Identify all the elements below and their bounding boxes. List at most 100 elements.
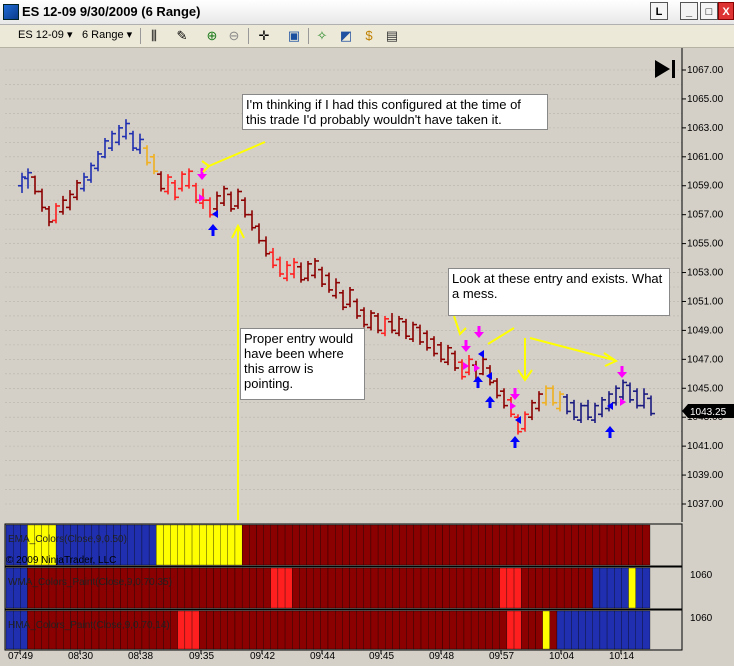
- color-cell: [621, 567, 629, 609]
- instrument-label: ES 12-09: [18, 29, 64, 41]
- zoom-in-icon[interactable]: ⊕: [204, 28, 220, 44]
- instrument-selector[interactable]: ES 12-09 ▾: [18, 28, 72, 41]
- color-cell: [449, 610, 457, 650]
- color-cell: [227, 610, 236, 650]
- color-cell: [578, 524, 586, 566]
- color-cell: [34, 567, 42, 609]
- color-cell: [292, 567, 300, 609]
- color-cell: [521, 610, 529, 650]
- color-cell: [284, 567, 293, 609]
- maximize-button[interactable]: □: [700, 2, 718, 20]
- color-cell: [628, 567, 636, 609]
- price-label: 1057.00: [687, 210, 724, 221]
- color-cell: [148, 524, 157, 566]
- color-cell: [499, 567, 508, 609]
- color-cell: [134, 567, 143, 609]
- color-cell: [449, 567, 457, 609]
- color-cell: [470, 567, 479, 609]
- color-cell: [499, 524, 508, 566]
- chart-area[interactable]: 1067.00 1065.00 1063.00 1061.00 1059.00 1057.…: [0, 48, 734, 662]
- bar-style-icon[interactable]: ⫼: [146, 28, 162, 44]
- restore-small-button[interactable]: L: [650, 2, 668, 20]
- color-cell: [263, 524, 271, 566]
- window-title: ES 12-09 9/30/2009 (6 Range): [22, 4, 201, 19]
- color-cell: [270, 524, 279, 566]
- color-cell: [156, 524, 164, 566]
- properties-icon[interactable]: ▣: [286, 28, 302, 44]
- ema-panel-label: EMA_Colors(Close,9,0.50): [8, 534, 127, 545]
- color-cell: [184, 610, 193, 650]
- time-label: 08:38: [128, 651, 153, 661]
- color-cell: [606, 610, 615, 650]
- annotation-note-2: Look at these entry and exists. What a m…: [448, 268, 670, 316]
- color-cell: [170, 524, 178, 566]
- color-cell: [478, 567, 486, 609]
- color-cell: [385, 524, 393, 566]
- price-label: 1059.00: [687, 181, 724, 192]
- color-cell: [428, 567, 436, 609]
- color-cell: [435, 610, 443, 650]
- color-cell: [506, 610, 515, 650]
- color-cell: [492, 567, 500, 609]
- color-cell: [442, 610, 450, 650]
- color-cell: [299, 524, 307, 566]
- color-cell: [170, 610, 178, 650]
- color-cell: [370, 567, 379, 609]
- color-cell: [542, 524, 550, 566]
- color-cell: [578, 567, 586, 609]
- price-label: 1047.00: [687, 354, 724, 365]
- color-cell: [70, 567, 78, 609]
- period-selector[interactable]: 6 Range ▾: [82, 28, 132, 41]
- color-cell: [77, 567, 85, 609]
- color-cell: [277, 610, 286, 650]
- price-label: 1061.00: [687, 152, 724, 163]
- color-cell: [621, 524, 629, 566]
- color-cell: [356, 567, 364, 609]
- color-cell: [549, 610, 558, 650]
- color-cell: [213, 610, 221, 650]
- price-label: 1063.00: [687, 123, 724, 134]
- indicators-icon[interactable]: ◩: [338, 28, 354, 44]
- money-icon[interactable]: $: [361, 28, 377, 44]
- color-cell: [227, 524, 236, 566]
- crosshair-icon[interactable]: ✛: [256, 28, 272, 44]
- color-cell: [48, 567, 57, 609]
- color-cell: [435, 524, 443, 566]
- color-cell: [306, 567, 314, 609]
- color-cell: [363, 524, 372, 566]
- color-cell: [227, 567, 236, 609]
- draw-tool-icon[interactable]: ✎: [174, 28, 190, 44]
- color-cell: [63, 567, 71, 609]
- time-label: 10:14: [609, 651, 634, 661]
- color-cell: [84, 567, 93, 609]
- price-label: 1037.00: [687, 499, 724, 510]
- color-cell: [485, 567, 493, 609]
- zoom-out-icon[interactable]: ⊖: [226, 28, 242, 44]
- color-cell: [320, 524, 329, 566]
- minimize-button[interactable]: _: [680, 2, 698, 20]
- color-cell: [327, 610, 336, 650]
- color-cell: [13, 567, 21, 609]
- color-cell: [313, 567, 321, 609]
- color-cell: [377, 524, 386, 566]
- color-cell: [320, 567, 329, 609]
- close-button[interactable]: X: [718, 2, 734, 20]
- title-bar: ES 12-09 9/30/2009 (6 Range) L _ □ X: [0, 0, 734, 25]
- color-cell: [106, 567, 114, 609]
- color-cell: [249, 524, 257, 566]
- color-cell: [556, 524, 565, 566]
- color-cell: [299, 567, 307, 609]
- color-cell: [606, 524, 615, 566]
- color-cell: [220, 524, 228, 566]
- color-cell: [299, 610, 307, 650]
- color-cell: [513, 524, 522, 566]
- color-cell: [542, 567, 550, 609]
- price-label: 1039.00: [687, 470, 724, 481]
- color-cell: [592, 610, 601, 650]
- color-cell: [113, 567, 121, 609]
- strategy-icon[interactable]: ✧: [314, 28, 330, 44]
- color-cell: [413, 610, 422, 650]
- color-cell: [599, 567, 608, 609]
- chart-svg[interactable]: 1067.00 1065.00 1063.00 1061.00 1059.00 1057.…: [0, 48, 734, 662]
- data-box-icon[interactable]: ▤: [384, 28, 400, 44]
